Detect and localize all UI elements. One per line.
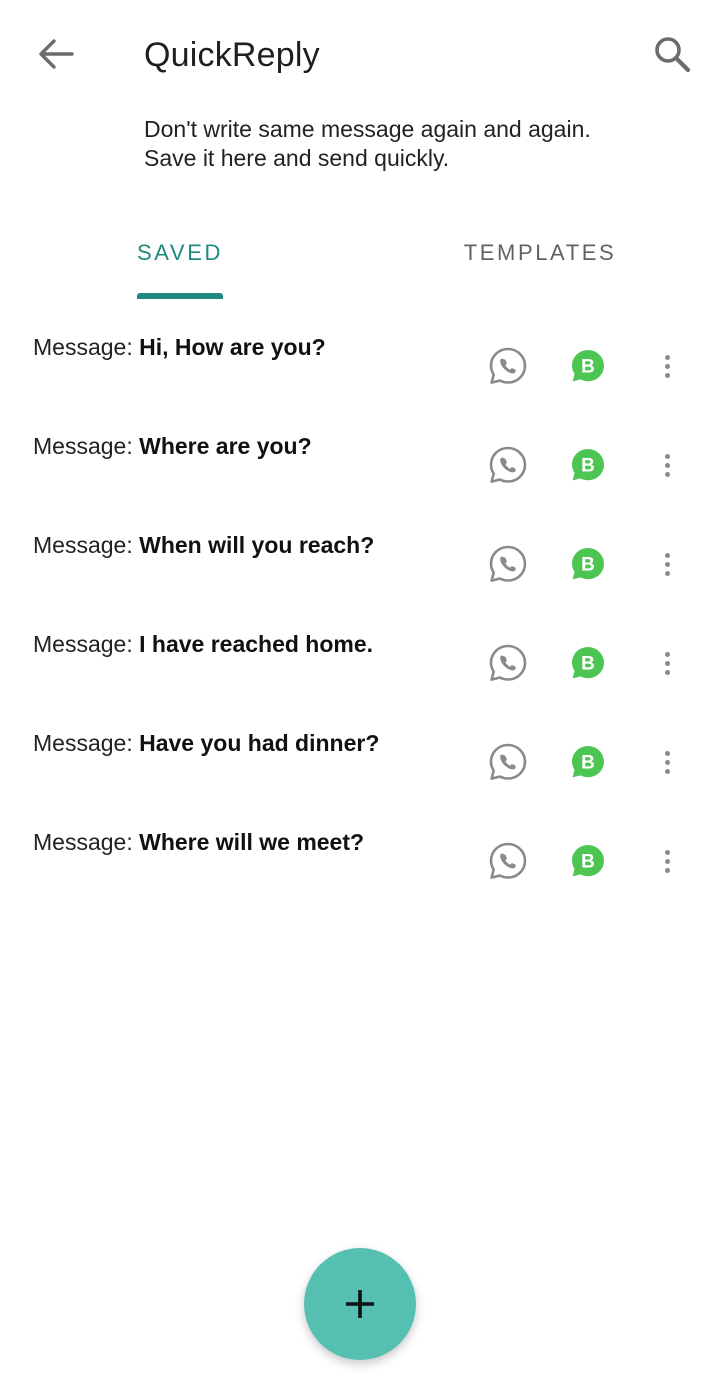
description-line-2: Save it here and send quickly.	[144, 145, 450, 171]
more-vert-icon-dot	[664, 759, 670, 765]
message-label: Message:	[33, 631, 140, 657]
svg-text:B: B	[581, 456, 595, 477]
more-vert-icon	[664, 354, 670, 360]
more-vert-icon-dot	[664, 462, 670, 468]
more-vert-icon-dot	[664, 669, 670, 675]
more-vert-icon	[664, 849, 670, 855]
tab-templates[interactable]: TEMPLATES	[430, 218, 650, 300]
message-label: Message:	[33, 433, 140, 459]
send-whatsapp-button[interactable]	[486, 740, 530, 784]
svg-text:B: B	[581, 555, 595, 576]
more-vert-icon	[664, 552, 670, 558]
send-whatsapp-button[interactable]	[486, 839, 530, 883]
description-text: Don't write same message again and again…	[144, 115, 684, 173]
message-row[interactable]: Message: Hi, How are you? B	[0, 312, 720, 411]
app-bar: QuickReply	[0, 0, 720, 108]
whatsapp-icon	[486, 446, 530, 491]
message-row[interactable]: Message: Where will we meet? B	[0, 807, 720, 906]
svg-text:B: B	[581, 654, 595, 675]
send-whatsapp-business-button[interactable]: B	[566, 344, 610, 388]
active-tab-indicator	[137, 293, 223, 299]
search-icon	[655, 37, 691, 73]
message-label: Message:	[33, 730, 140, 756]
message-text: Message: Where are you?	[33, 433, 312, 460]
message-text: Message: When will you reach?	[33, 532, 374, 559]
whatsapp-icon	[486, 347, 530, 392]
message-value: I have reached home.	[139, 631, 374, 657]
whatsapp-business-icon: B	[566, 548, 610, 590]
whatsapp-icon	[486, 545, 530, 590]
more-vert-icon-dot	[664, 471, 670, 477]
page-title: QuickReply	[144, 36, 320, 74]
more-options-button[interactable]	[652, 839, 682, 883]
message-row[interactable]: Message: When will you reach? B	[0, 510, 720, 609]
message-text: Message: I have reached home.	[33, 631, 373, 658]
description-line-1: Don't write same message again and again…	[144, 116, 591, 142]
message-text: Message: Where will we meet?	[33, 829, 364, 856]
message-row[interactable]: Message: Where are you? B	[0, 411, 720, 510]
more-vert-icon-dot	[664, 660, 670, 666]
more-vert-icon-dot	[664, 858, 670, 864]
whatsapp-business-icon: B	[566, 746, 610, 788]
whatsapp-business-icon: B	[566, 449, 610, 491]
send-whatsapp-business-button[interactable]: B	[566, 641, 610, 685]
app-screen: QuickReply Don't write same message agai…	[0, 0, 720, 1381]
whatsapp-business-icon: B	[566, 647, 610, 689]
whatsapp-icon	[486, 743, 530, 788]
tab-bar: SAVED TEMPLATES	[0, 218, 720, 300]
more-vert-icon-dot	[664, 363, 670, 369]
svg-text:B: B	[581, 852, 595, 873]
send-whatsapp-button[interactable]	[486, 542, 530, 586]
more-vert-icon	[664, 750, 670, 756]
message-label: Message:	[33, 334, 140, 360]
more-vert-icon	[664, 651, 670, 657]
more-options-button[interactable]	[652, 443, 682, 487]
whatsapp-icon	[486, 842, 530, 887]
send-whatsapp-button[interactable]	[486, 344, 530, 388]
message-row[interactable]: Message: I have reached home. B	[0, 609, 720, 708]
more-options-button[interactable]	[652, 344, 682, 388]
send-whatsapp-business-button[interactable]: B	[566, 740, 610, 784]
more-vert-icon	[664, 453, 670, 459]
plus-icon	[346, 1290, 374, 1318]
more-options-button[interactable]	[652, 641, 682, 685]
tab-saved-label: SAVED	[137, 240, 223, 265]
message-value: Where will we meet?	[139, 829, 365, 855]
whatsapp-icon	[486, 644, 530, 689]
tab-templates-label: TEMPLATES	[463, 240, 617, 265]
message-text: Message: Have you had dinner?	[33, 730, 379, 757]
message-value: Hi, How are you?	[139, 334, 326, 360]
send-whatsapp-business-button[interactable]: B	[566, 542, 610, 586]
arrow-left-icon	[39, 39, 74, 69]
svg-text:B: B	[581, 753, 595, 774]
more-options-button[interactable]	[652, 740, 682, 784]
add-message-button[interactable]	[304, 1248, 416, 1360]
send-whatsapp-business-button[interactable]: B	[566, 839, 610, 883]
send-whatsapp-business-button[interactable]: B	[566, 443, 610, 487]
message-label: Message:	[33, 532, 140, 558]
send-whatsapp-button[interactable]	[486, 443, 530, 487]
message-list: Message: Hi, How are you? B Message: Whe…	[0, 312, 720, 906]
more-vert-icon-dot	[664, 570, 670, 576]
tab-saved[interactable]: SAVED	[108, 218, 252, 300]
message-row[interactable]: Message: Have you had dinner? B	[0, 708, 720, 807]
message-text: Message: Hi, How are you?	[33, 334, 326, 361]
message-label: Message:	[33, 829, 140, 855]
more-vert-icon-dot	[664, 867, 670, 873]
message-value: Where are you?	[139, 433, 312, 459]
svg-text:B: B	[581, 357, 595, 378]
whatsapp-business-icon: B	[566, 350, 610, 392]
back-button[interactable]	[30, 30, 82, 78]
whatsapp-business-icon: B	[566, 845, 610, 887]
send-whatsapp-button[interactable]	[486, 641, 530, 685]
message-value: Have you had dinner?	[139, 730, 380, 756]
more-vert-icon-dot	[664, 768, 670, 774]
more-options-button[interactable]	[652, 542, 682, 586]
more-vert-icon-dot	[664, 372, 670, 378]
message-value: When will you reach?	[139, 532, 375, 558]
search-button[interactable]	[646, 28, 698, 80]
more-vert-icon-dot	[664, 561, 670, 567]
